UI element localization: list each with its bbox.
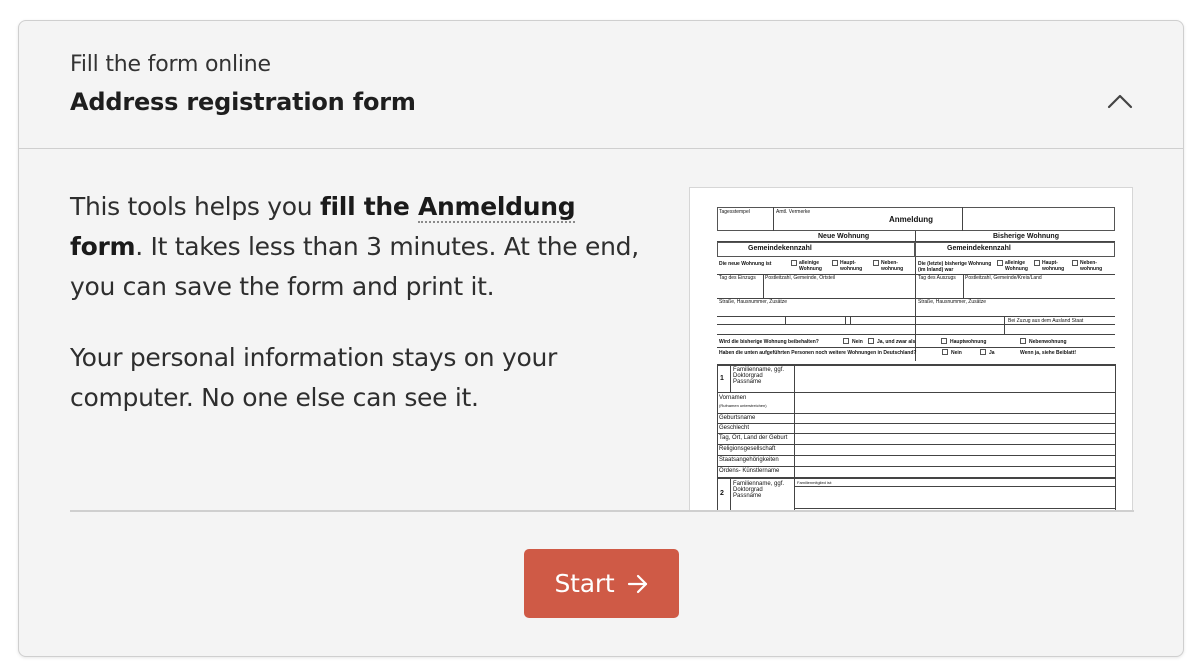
description-paragraph-2: Your personal information stays on your …: [70, 343, 557, 412]
form-abroad: Bei Zuzug aus dem Ausland Staat: [1008, 318, 1084, 324]
form-col-old: Bisherige Wohnung: [993, 233, 1059, 240]
form-keep-old: Wird die bisherige Wohnung beibehalten?: [719, 339, 819, 345]
form-person-2: 2: [720, 490, 724, 497]
form-main-flat: Hauptwohnung: [950, 339, 987, 345]
form-surname-1: Familienname, ggf. Doktorgrad Passname: [733, 367, 785, 385]
form-opt-secondary-old: Neben-wohnung: [1080, 260, 1103, 272]
form-religion: Religionsgesellschaft: [719, 446, 776, 452]
form-person-1: 1: [720, 375, 724, 382]
form-birth-place: Tag, Ort, Land der Geburt: [719, 435, 788, 441]
form-old-flat-label: Die (letzte) bisherige Wohnung (im Inlan…: [918, 261, 992, 273]
card-title: Address registration form: [70, 88, 416, 116]
form-opt-sole: alleinige Wohnung: [799, 260, 822, 272]
form-title: Anmeldung: [889, 215, 933, 224]
bold-prefix: fill the: [319, 192, 418, 221]
start-button[interactable]: Start: [524, 549, 679, 618]
form-first-names: Vornamen: [719, 395, 747, 401]
card-header-toggle[interactable]: Fill the form online Address registratio…: [19, 21, 1183, 149]
form-street-new: Straße, Hausnummer, Zusätze: [719, 299, 788, 305]
description-text: This tools helps you: [70, 192, 320, 221]
form-gender: Geschlecht: [719, 425, 750, 431]
form-birth-name: Geburtsname: [719, 415, 756, 421]
form-if-yes: Wenn ja, siehe Beiblatt!: [1020, 350, 1077, 356]
form-postcode-old: Postleitzahl, Gemeinde/Kreis/Land: [965, 275, 1042, 281]
form-yes: Ja: [989, 350, 995, 356]
form-move-in: Tag des Einzugs: [719, 275, 756, 281]
form-stamp-label: Tagesstempel: [719, 209, 750, 215]
anmeldung-term[interactable]: Anmeldung: [417, 192, 576, 223]
form-other-flats: Haben die unten aufgeführten Personen no…: [719, 350, 917, 356]
card-kicker: Fill the form online: [70, 52, 271, 77]
form-surname-2: Familienname, ggf. Doktorgrad Passname: [733, 481, 785, 499]
form-card: Fill the form online Address registratio…: [18, 20, 1184, 657]
form-nationality: Staatsangehörigkeiten: [719, 457, 779, 463]
description-text-end: . It takes less than 3 minutes. At the e…: [70, 232, 639, 301]
form-opt-main-old: Haupt-wohnung: [1042, 260, 1065, 272]
form-move-out: Tag des Auszugs: [918, 275, 956, 281]
form-yes-as: Ja, und zwar als: [877, 339, 916, 345]
arrow-right-icon: [627, 574, 647, 593]
form-preview-image: Tagesstempel Amtl. Vermerke Anmeldung Ne…: [689, 187, 1133, 511]
bold-suffix: form: [70, 232, 136, 261]
form-family-member: Familienmitglied ist:: [797, 480, 833, 485]
section-divider: [70, 510, 1134, 512]
form-postcode-new: Postleitzahl, Gemeinde, Ortsteil: [765, 275, 836, 281]
form-no: Nein: [852, 339, 863, 345]
form-opt-secondary: Neben-wohnung: [881, 260, 904, 272]
form-col-new: Neue Wohnung: [818, 233, 870, 240]
form-no-2: Nein: [951, 350, 962, 356]
form-secondary-flat: Nebenwohnung: [1029, 339, 1067, 345]
form-first-names-note: (Rufnamen unterstreichen): [719, 403, 767, 408]
description: This tools helps you fill the Anmeldung …: [70, 187, 640, 418]
form-artist-name: Ordens- Künstlername: [719, 468, 780, 474]
form-opt-sole-old: alleinige Wohnung: [1005, 260, 1028, 272]
chevron-up-icon[interactable]: [1107, 93, 1133, 109]
form-street-old: Straße, Hausnummer, Zusätze: [918, 299, 987, 305]
form-new-flat-label: Die neue Wohnung ist: [719, 261, 772, 267]
form-code-old: Gemeindekennzahl: [947, 245, 1011, 252]
form-code-new: Gemeindekennzahl: [748, 245, 812, 252]
description-paragraph-1: This tools helps you fill the Anmeldung …: [70, 187, 640, 307]
start-button-label: Start: [554, 569, 615, 598]
form-notes-label: Amtl. Vermerke: [776, 209, 811, 215]
form-opt-main: Haupt-wohnung: [840, 260, 863, 272]
